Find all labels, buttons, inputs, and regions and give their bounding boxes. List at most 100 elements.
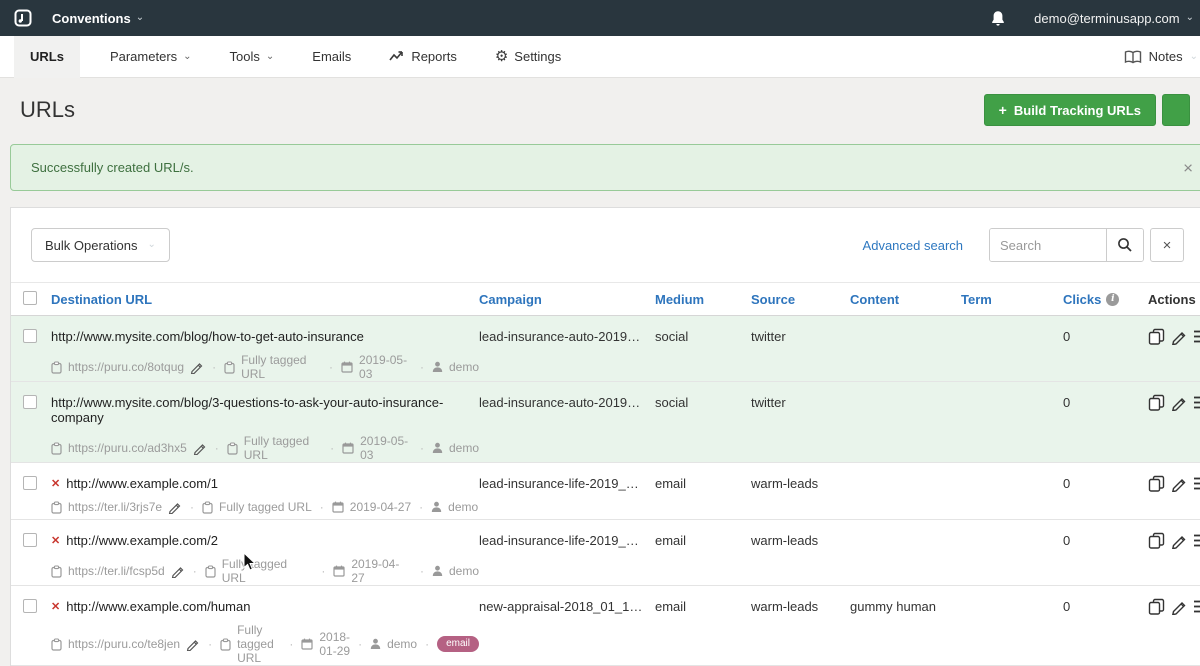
separator-dot: · [420,564,424,578]
clicks-cell: 0 [1053,382,1148,410]
edit-icon[interactable] [1171,476,1187,492]
edit-icon[interactable] [1171,599,1187,615]
edit-short-url-icon[interactable] [190,361,204,374]
calendar-icon [333,565,345,577]
tab-reports[interactable]: Reports [381,36,465,78]
copy-tagged-url-icon[interactable] [205,565,216,578]
copy-short-url-icon[interactable] [51,361,62,374]
bulk-operations-label: Bulk Operations [45,238,138,253]
created-date: 2019-04-27 [351,557,412,585]
copy-tagged-url-icon[interactable] [220,638,231,651]
user-account-menu[interactable]: demo@terminusapp.com ⌄ [1034,11,1194,26]
search-input[interactable] [990,229,1106,261]
tab-urls[interactable]: URLs [14,36,80,78]
row-checkbox[interactable] [23,329,37,343]
destination-url[interactable]: http://www.example.com/2 [66,533,218,548]
top-bar: Conventions ⌄ demo@terminusapp.com ⌄ [0,0,1200,36]
user-icon [432,442,443,454]
header-destination-url[interactable]: Destination URL [51,292,479,307]
source-cell: warm-leads [751,520,850,548]
created-by: demo [449,441,479,455]
table-toolbar: Bulk Operations ⌄ Advanced search × [11,208,1200,282]
bulk-operations-button[interactable]: Bulk Operations ⌄ [31,228,170,262]
secondary-green-button[interactable] [1162,94,1190,126]
destination-url[interactable]: http://www.example.com/human [66,599,250,614]
user-icon [370,638,381,650]
advanced-search-link[interactable]: Advanced search [863,238,963,253]
edit-short-url-icon[interactable] [168,501,182,514]
row-checkbox[interactable] [23,395,37,409]
copy-short-url-icon[interactable] [51,638,62,651]
row-checkbox[interactable] [23,533,37,547]
conventions-menu[interactable]: Conventions ⌄ [52,11,144,26]
medium-cell: social [655,382,751,410]
terminus-logo-icon[interactable] [14,9,32,27]
duplicate-icon[interactable] [1148,328,1165,345]
select-all-checkbox[interactable] [23,291,37,305]
row-checkbox[interactable] [23,599,37,613]
created-date: 2018-01-29 [319,630,350,658]
tab-settings[interactable]: ⚙ Settings [487,36,569,78]
tag-status: Fully tagged URL [219,500,312,514]
search-button[interactable] [1106,229,1143,261]
edit-icon[interactable] [1171,395,1187,411]
short-url[interactable]: https://ter.li/fcsp5d [68,564,165,578]
medium-cell: email [655,520,751,548]
header-campaign[interactable]: Campaign [479,292,655,307]
duplicate-icon[interactable] [1148,394,1165,411]
duplicate-icon[interactable] [1148,598,1165,615]
header-content[interactable]: Content [850,292,961,307]
edit-short-url-icon[interactable] [186,638,200,651]
header-source[interactable]: Source [751,292,850,307]
destination-url[interactable]: http://www.example.com/1 [66,476,218,491]
content-cell [850,520,961,533]
short-url[interactable]: https://ter.li/3rjs7e [68,500,162,514]
table-row: ✕ http://www.example.com/1 https://ter.l… [11,463,1200,520]
header-clicks[interactable]: Clicks [1063,292,1101,307]
copy-tagged-url-icon[interactable] [224,361,235,374]
copy-short-url-icon[interactable] [51,501,62,514]
more-actions-menu-icon[interactable] [1193,599,1200,614]
info-icon[interactable]: i [1106,293,1119,306]
copy-tagged-url-icon[interactable] [202,501,213,514]
duplicate-icon[interactable] [1148,475,1165,492]
notifications-bell-icon[interactable] [990,10,1006,27]
short-url[interactable]: https://puru.co/te8jen [68,637,180,651]
copy-short-url-icon[interactable] [51,565,62,578]
copy-short-url-icon[interactable] [51,442,62,455]
edit-short-url-icon[interactable] [171,565,185,578]
page-title: URLs [20,97,75,123]
edit-icon[interactable] [1171,533,1187,549]
short-url[interactable]: https://puru.co/8otqug [68,360,184,374]
separator-dot: · [330,441,334,455]
destination-url[interactable]: http://www.mysite.com/blog/how-to-get-au… [51,329,364,344]
short-url[interactable]: https://puru.co/ad3hx5 [68,441,187,455]
copy-tagged-url-icon[interactable] [227,442,238,455]
separator-dot: · [212,360,216,374]
more-actions-menu-icon[interactable] [1193,476,1200,491]
row-checkbox[interactable] [23,476,37,490]
content-cell [850,382,961,395]
separator-dot: · [193,564,197,578]
tab-parameters[interactable]: Parameters ⌄ [102,36,200,78]
build-tracking-urls-button[interactable]: + Build Tracking URLs [984,94,1156,126]
header-term[interactable]: Term [961,292,1053,307]
edit-icon[interactable] [1171,329,1187,345]
clicks-cell: 0 [1053,463,1148,491]
notes-menu[interactable]: Notes ⌄ [1124,49,1200,64]
clear-search-button[interactable]: × [1150,228,1184,262]
created-by: demo [387,637,417,651]
tab-tools[interactable]: Tools ⌄ [222,36,283,78]
more-actions-menu-icon[interactable] [1193,533,1200,548]
separator-dot: · [419,500,423,514]
more-actions-menu-icon[interactable] [1193,329,1200,344]
close-icon[interactable]: × [1183,159,1193,176]
tab-emails[interactable]: Emails [304,36,359,78]
more-actions-menu-icon[interactable] [1193,395,1200,410]
user-email: demo@terminusapp.com [1034,11,1179,26]
separator-dot: · [329,360,333,374]
duplicate-icon[interactable] [1148,532,1165,549]
edit-short-url-icon[interactable] [193,442,207,455]
header-medium[interactable]: Medium [655,292,751,307]
destination-url[interactable]: http://www.mysite.com/blog/3-questions-t… [51,395,479,425]
